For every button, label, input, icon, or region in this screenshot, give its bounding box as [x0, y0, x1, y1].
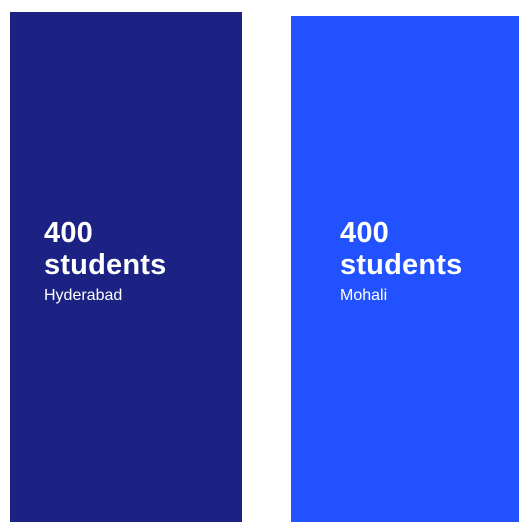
campus-location: Hyderabad	[44, 287, 123, 304]
campus-stats: 400 students Hyderabad 400 students Moha…	[0, 0, 519, 522]
campus-card-content: 400 students Mohali	[340, 217, 462, 306]
campus-card-mohali: 400 students Mohali	[291, 16, 519, 522]
student-unit: students	[44, 249, 167, 281]
campus-card-hyderabad: 400 students Hyderabad	[10, 12, 242, 522]
student-count: 400	[44, 217, 93, 249]
campus-card-content: 400 students Hyderabad	[44, 217, 166, 306]
campus-location: Mohali	[340, 287, 388, 304]
student-count: 400	[340, 217, 389, 249]
student-unit: students	[340, 249, 463, 281]
